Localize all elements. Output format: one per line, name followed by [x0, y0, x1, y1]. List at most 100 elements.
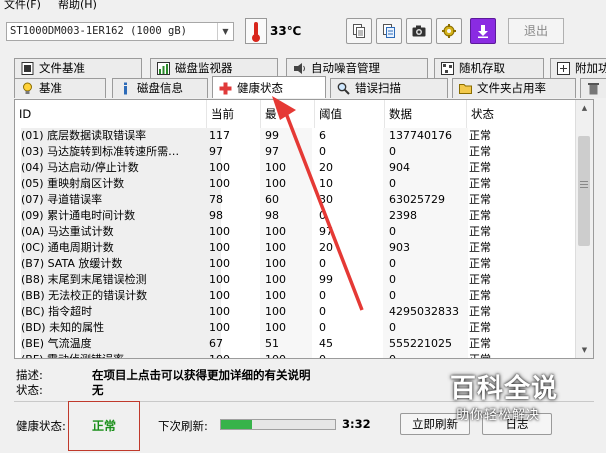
table-row[interactable]: (BD) 未知的属性 100 100 0 0 正常: [15, 320, 577, 336]
cell-raw: 0: [389, 257, 396, 270]
options-button[interactable]: [436, 18, 462, 44]
tab-file-benchmark[interactable]: 文件基准: [14, 58, 142, 78]
cell-st: 正常: [469, 177, 491, 190]
cell-worst: 51: [265, 337, 279, 350]
speaker-icon: [294, 63, 305, 74]
table-row[interactable]: (07) 寻道错误率 78 60 30 63025729 正常: [15, 192, 577, 208]
tab-label: 文件夹占用率: [477, 81, 546, 95]
tab-label: 基准: [39, 81, 62, 95]
cell-st: 正常: [469, 129, 491, 142]
smart-table: ID 当前 最 阈值 数据 状态 (01) 底层数据读取错误率 117 99 6 137…: [14, 99, 594, 359]
cell-id: (B7) SATA 放缓计数: [21, 256, 221, 272]
cell-worst: 98: [265, 209, 279, 222]
header-raw[interactable]: 数据: [385, 100, 467, 128]
file-benchmark-icon: [21, 62, 34, 75]
table-row[interactable]: (BB) 无法校正的错误计数 100 100 0 0 正常: [15, 288, 577, 304]
extra-icon: [557, 62, 570, 75]
bulb-icon: [23, 82, 32, 94]
drive-select[interactable]: ST1000DM003-1ER162 (1000 gB) ▼: [6, 22, 234, 41]
header-current[interactable]: 当前: [207, 100, 261, 128]
header-worst[interactable]: 最: [261, 100, 315, 128]
table-row[interactable]: (BC) 指令超时 100 100 0 4295032833 正常: [15, 304, 577, 320]
table-row[interactable]: (0C) 通电周期计数 100 100 20 903 正常: [15, 240, 577, 256]
tab-random-access[interactable]: 随机存取: [434, 58, 544, 78]
cell-id: (0A) 马达重试计数: [21, 224, 221, 240]
cell-st: 正常: [469, 209, 491, 222]
tab-trash[interactable]: [580, 78, 606, 98]
status-label: 状态:: [16, 383, 43, 397]
thermometer-icon: [245, 18, 267, 44]
cell-st: 正常: [469, 337, 491, 350]
temperature-readout: 33℃: [270, 24, 302, 38]
cell-st: 正常: [469, 305, 491, 318]
download-button[interactable]: [470, 18, 496, 44]
tab-benchmark[interactable]: 基准: [14, 78, 106, 98]
header-threshold[interactable]: 阈值: [315, 100, 385, 128]
cell-st: 正常: [469, 145, 491, 158]
cell-id: (04) 马达启动/停止计数: [21, 160, 221, 176]
cell-st: 正常: [469, 352, 519, 358]
exit-button[interactable]: 退出: [508, 18, 564, 44]
camera-icon: [412, 25, 426, 37]
copy-info-icon: [383, 24, 395, 38]
cell-thr: 0: [319, 352, 379, 358]
cell-st: 正常: [469, 289, 491, 302]
table-row[interactable]: (0A) 马达重试计数 100 100 97 0 正常: [15, 224, 577, 240]
status-value: 无: [92, 383, 104, 397]
cell-cur: 100: [209, 289, 230, 302]
tab-noise-management[interactable]: 自动噪音管理: [286, 58, 428, 78]
cell-worst: 100: [265, 321, 286, 334]
cell-raw: 0: [389, 289, 396, 302]
copy-button[interactable]: [346, 18, 372, 44]
vertical-scrollbar[interactable]: ▲ ▼: [575, 100, 593, 358]
tab-error-scan[interactable]: 错误扫描: [330, 78, 448, 98]
tab-row-1: 文件基准 磁盘监视器 自动噪音管理 随机存取 附加功: [0, 58, 606, 78]
cell-cur: 97: [209, 145, 223, 158]
tab-folder-usage[interactable]: 文件夹占用率: [452, 78, 576, 98]
watermark-logo: 百科全说 助你轻松解决: [432, 366, 606, 428]
menu-file[interactable]: 文件(F): [4, 0, 41, 10]
scroll-down-icon[interactable]: ▼: [576, 342, 593, 358]
table-row[interactable]: (01) 底层数据读取错误率 117 99 6 137740176 正常: [15, 128, 577, 144]
cell-thr: 0: [319, 257, 326, 270]
cell-id: (BB) 无法校正的错误计数: [21, 288, 221, 304]
table-row[interactable]: (B8) 末尾到末尾错误检测 100 100 99 0 正常: [15, 272, 577, 288]
menu-help[interactable]: 帮助(H): [58, 0, 97, 10]
tab-label: 健康状态: [237, 81, 283, 95]
table-row[interactable]: (04) 马达启动/停止计数 100 100 20 904 正常: [15, 160, 577, 176]
table-row[interactable]: (09) 累计通电时间计数 98 98 0 2398 正常: [15, 208, 577, 224]
copy-icon: [353, 24, 365, 38]
cell-id: (B8) 末尾到末尾错误检测: [21, 272, 221, 288]
table-row[interactable]: (03) 马达旋转到标准转速所需… 97 97 0 0 正常: [15, 144, 577, 160]
watermark-title: 百科全说: [450, 374, 559, 404]
header-id[interactable]: ID: [15, 100, 207, 128]
tab-health-status[interactable]: 健康状态: [212, 76, 326, 98]
tab-extra-features[interactable]: 附加功: [550, 58, 606, 78]
cell-cur: 100: [209, 177, 230, 190]
magnifier-icon: [337, 82, 350, 95]
table-row[interactable]: (05) 重映射扇区计数 100 100 10 0 正常: [15, 176, 577, 192]
cell-thr: 99: [319, 273, 333, 286]
copy-info-button[interactable]: [376, 18, 402, 44]
red-cross-icon: [219, 82, 232, 95]
random-access-icon: [441, 62, 454, 75]
cell-id: (01) 底层数据读取错误率: [21, 128, 221, 144]
cell-worst: 100: [265, 257, 286, 270]
tab-label: 磁盘监视器: [175, 61, 233, 75]
tab-disk-monitor[interactable]: 磁盘监视器: [150, 58, 278, 78]
table-row[interactable]: (BF) 震动侦测错误率10010000正常: [15, 352, 577, 358]
header-status[interactable]: 状态: [467, 100, 577, 128]
table-row[interactable]: (BE) 气流温度 67 51 45 555221025 正常: [15, 336, 577, 352]
health-value: 正常: [92, 419, 117, 433]
cell-st: 正常: [469, 161, 491, 174]
scroll-thumb[interactable]: [578, 136, 590, 246]
tab-disk-info[interactable]: 磁盘信息: [112, 78, 208, 98]
cell-raw: 63025729: [389, 193, 445, 206]
scroll-up-icon[interactable]: ▲: [576, 100, 593, 116]
table-row[interactable]: (B7) SATA 放缓计数 100 100 0 0 正常: [15, 256, 577, 272]
chevron-down-icon[interactable]: ▼: [217, 23, 233, 40]
cell-thr: 6: [319, 129, 326, 142]
cell-worst: 100: [265, 161, 286, 174]
screenshot-button[interactable]: [406, 18, 432, 44]
info-icon: [124, 82, 127, 95]
